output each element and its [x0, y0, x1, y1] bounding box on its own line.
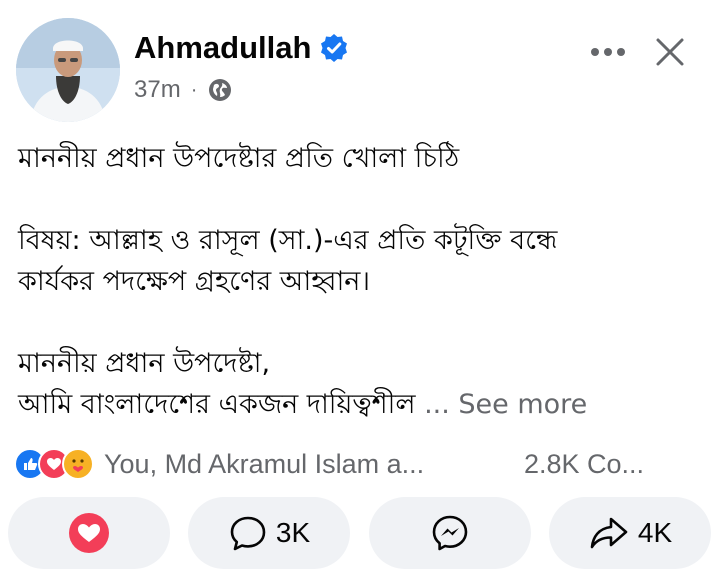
more-dot	[604, 48, 612, 56]
more-options-button[interactable]	[584, 34, 632, 70]
love-icon	[69, 513, 109, 553]
messenger-send-button[interactable]	[369, 497, 531, 569]
share-icon	[590, 517, 628, 549]
post-actions: 3K 4K	[8, 497, 712, 569]
reaction-names[interactable]: You, Md Akramul Islam a...	[104, 449, 424, 480]
verified-badge-icon	[319, 33, 349, 63]
reactions-summary: You, Md Akramul Islam a... 2.8K Co...	[14, 448, 714, 480]
share-count: 4K	[637, 517, 673, 548]
avatar[interactable]	[16, 18, 120, 122]
post-text-line-last: আমি বাংলাদেশের একজন দায়িত্বশীল ... See …	[18, 384, 708, 425]
share-button[interactable]: 4K	[549, 497, 711, 569]
care-icon	[62, 448, 94, 480]
facebook-post: Ahmadullah 37m · মাননীয় প্রধান উপদেষ্টা…	[0, 0, 720, 580]
post-text-line: বিষয়: আল্লাহ ও রাসূল (সা.)-এর প্রতি কটূ…	[18, 225, 558, 256]
more-dot	[617, 48, 625, 56]
post-text-line: মাননীয় প্রধান উপদেষ্টার প্রতি খোলা চিঠি	[18, 143, 460, 174]
meta-separator: ·	[190, 78, 198, 101]
comment-button[interactable]: 3K	[188, 497, 350, 569]
comment-icon	[230, 516, 266, 551]
more-dot	[591, 48, 599, 56]
globe-icon	[207, 77, 233, 103]
post-text-line: কার্যকর পদক্ষেপ গ্রহণের আহ্বান।	[18, 266, 371, 297]
post-text-line: মাননীয় প্রধান উপদেষ্টা,	[18, 348, 271, 379]
messenger-icon	[432, 515, 468, 551]
post-text: আমি বাংলাদেশের একজন দায়িত্বশীল	[18, 389, 416, 420]
close-icon	[656, 38, 684, 66]
see-more-link[interactable]: ... See more	[424, 389, 587, 420]
author-row: Ahmadullah	[134, 30, 349, 66]
comment-count-link[interactable]: 2.8K Co...	[524, 449, 644, 480]
author-name[interactable]: Ahmadullah	[134, 30, 311, 66]
reaction-icons[interactable]	[14, 448, 94, 480]
comment-count: 3K	[275, 517, 311, 548]
close-button[interactable]	[648, 30, 692, 74]
react-button[interactable]	[8, 497, 170, 569]
post-time[interactable]: 37m	[134, 76, 181, 104]
post-meta: 37m ·	[134, 76, 233, 104]
post-body: মাননীয় প্রধান উপদেষ্টার প্রতি খোলা চিঠি…	[18, 138, 708, 425]
